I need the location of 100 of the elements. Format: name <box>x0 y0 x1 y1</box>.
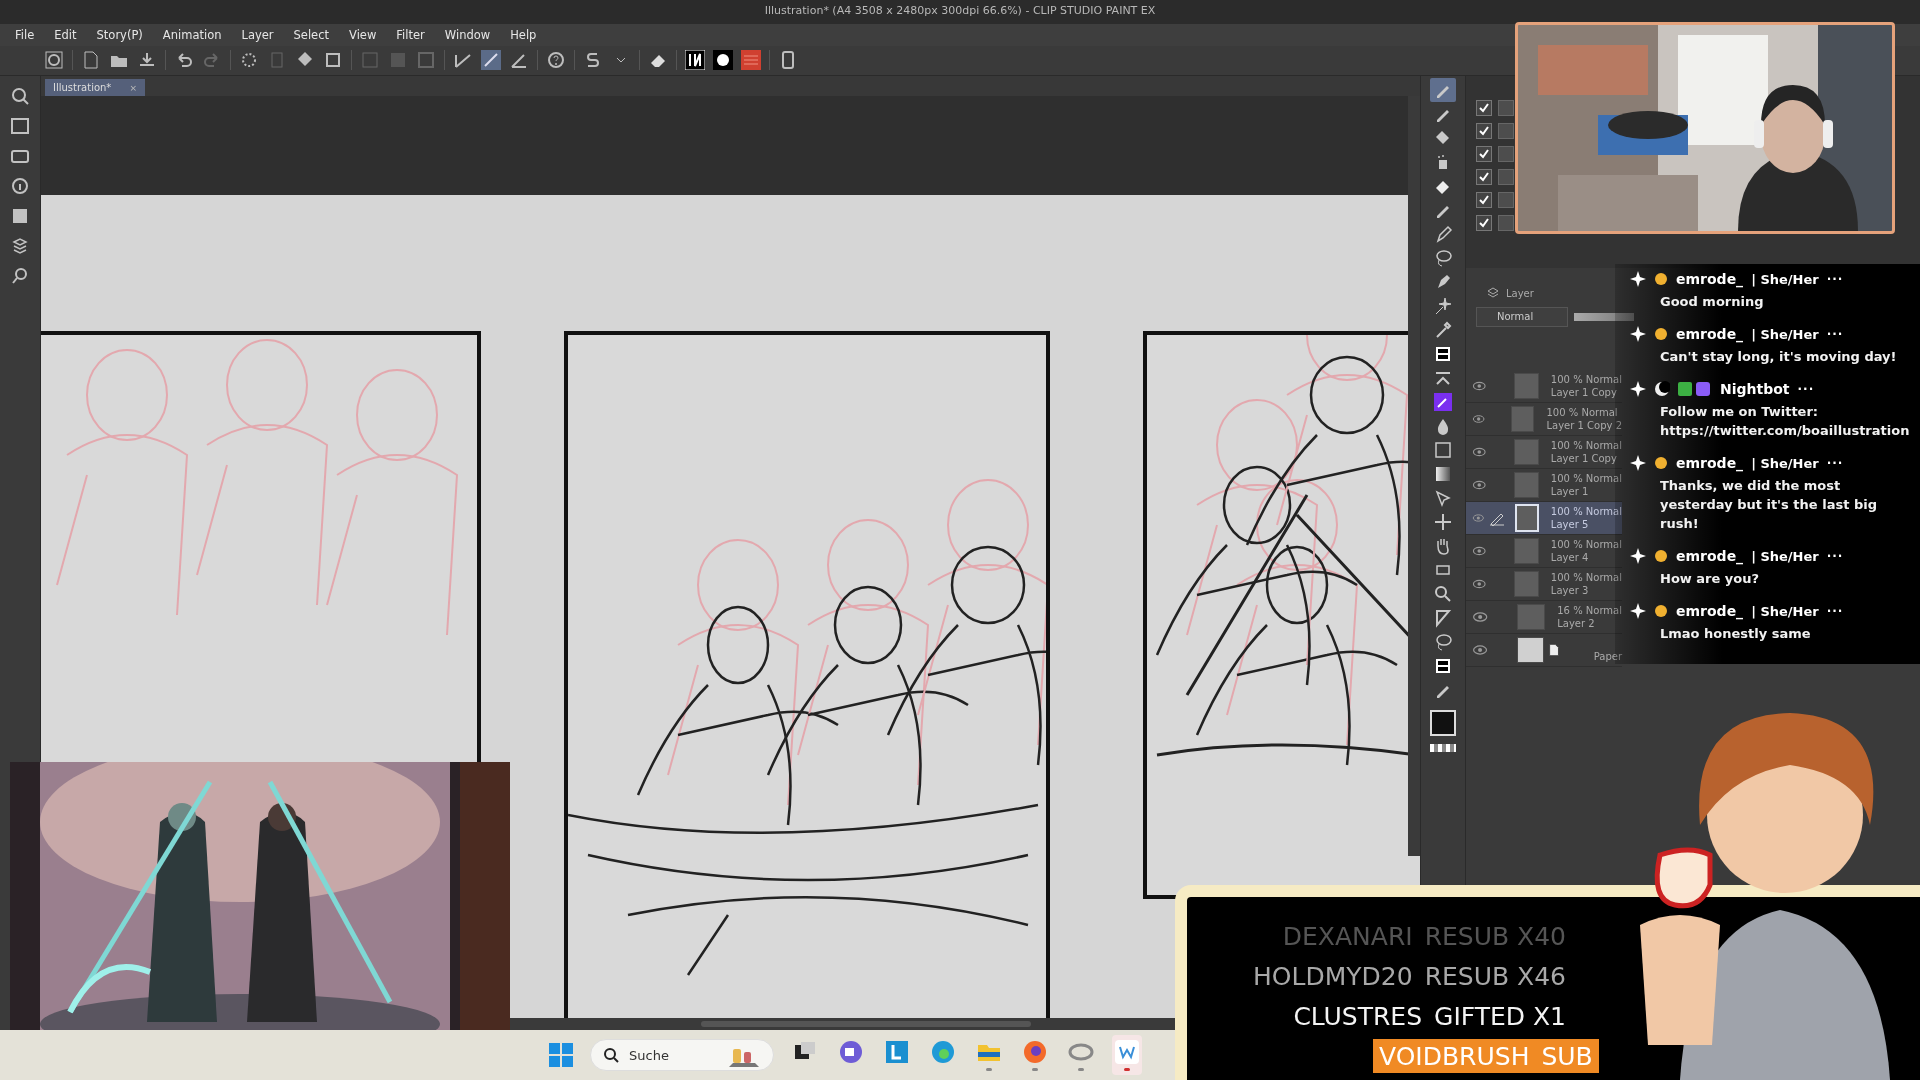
menu-item[interactable]: Help <box>501 25 546 44</box>
text-icon <box>1433 656 1453 676</box>
grid-icon[interactable] <box>741 50 761 71</box>
brush-icon[interactable] <box>481 50 501 71</box>
layer-name: Layer 1 Copy <box>1550 386 1618 399</box>
sparkle-icon <box>1433 296 1453 316</box>
letter-app-icon <box>884 1039 910 1065</box>
video-chat-icon <box>838 1039 864 1065</box>
layer-name: Layer 3 <box>1550 584 1590 597</box>
blend-mode-dropdown[interactable]: Normal <box>1476 307 1568 327</box>
eye-icon[interactable] <box>1472 478 1487 492</box>
opacity-slider[interactable] <box>1574 313 1634 321</box>
checkmark-icon <box>1478 171 1490 183</box>
eye-icon[interactable] <box>1472 610 1489 624</box>
layer-row[interactable]: Paper <box>1466 634 1622 667</box>
more-options[interactable]: ··· <box>1826 272 1844 286</box>
navigator-icon[interactable] <box>10 86 30 106</box>
cursor-icon <box>1433 488 1453 508</box>
layer-name: Layer 1 <box>1550 485 1590 498</box>
chat-pronouns: | She/Her <box>1751 326 1819 342</box>
search-icon <box>1433 584 1453 604</box>
eye-icon[interactable] <box>1472 412 1486 426</box>
eye-icon[interactable] <box>1472 379 1487 393</box>
checkbox[interactable] <box>1476 215 1492 231</box>
checkbox[interactable] <box>1476 123 1492 139</box>
more-options[interactable]: ··· <box>1826 327 1844 341</box>
layer-row[interactable]: 100 % Normal Layer 1 Copy <box>1466 370 1622 403</box>
more-options[interactable]: ··· <box>1826 456 1844 470</box>
start-icon[interactable] <box>548 1042 574 1068</box>
layer-row[interactable]: 100 % Normal Layer 3 <box>1466 568 1622 601</box>
color-swatch-icon[interactable] <box>713 50 733 71</box>
alert-name: HOLDMYD20 <box>1253 961 1413 991</box>
w-app-icon <box>1114 1039 1140 1065</box>
layer-opacity: 100 % Normal <box>1550 505 1622 518</box>
help-icon[interactable] <box>546 50 566 71</box>
eye-icon[interactable] <box>1472 544 1487 558</box>
checkbox[interactable] <box>1476 100 1492 116</box>
chat-pronouns: | She/Her <box>1751 603 1819 619</box>
more-options[interactable]: ··· <box>1797 382 1815 396</box>
search-icon[interactable] <box>10 266 30 286</box>
menu-item[interactable]: Animation <box>153 25 231 44</box>
menu-item[interactable]: View <box>340 25 386 44</box>
menu-item[interactable]: Edit <box>45 25 86 44</box>
checkbox[interactable] <box>1476 169 1492 185</box>
sparkle-icon <box>1630 381 1646 397</box>
layer-row[interactable]: 100 % Normal Layer 1 Copy <box>1466 436 1622 469</box>
document-tab[interactable]: Illustration* × <box>45 79 145 96</box>
alert-name: CLUSTRES <box>1293 1001 1422 1031</box>
alert-event: RESUB X46 <box>1424 961 1566 991</box>
scrollbar[interactable] <box>1408 96 1420 856</box>
sparkle-icon <box>1630 548 1646 564</box>
layer-opacity: 100 % Normal <box>1550 439 1622 452</box>
info-icon[interactable] <box>10 176 30 196</box>
layer-row[interactable]: 100 % Normal Layer 5 <box>1466 502 1622 535</box>
scrollbar[interactable] <box>701 1021 1031 1027</box>
layer-row[interactable]: 16 % Normal Layer 2 <box>1466 601 1622 634</box>
alert-name: DEXANARI <box>1282 921 1413 951</box>
chat-username: emrode_ <box>1676 455 1744 471</box>
running-indicator <box>1124 1068 1130 1071</box>
layer-name: Layer 2 <box>1557 617 1596 630</box>
ink-icon[interactable] <box>685 50 705 71</box>
material-icon[interactable] <box>10 116 30 136</box>
checkbox[interactable] <box>1476 192 1492 208</box>
main-color-swatch[interactable] <box>1430 710 1456 736</box>
more-options[interactable]: ··· <box>1826 549 1844 563</box>
checkmark-icon <box>1478 148 1490 160</box>
history-icon[interactable] <box>10 236 30 256</box>
menu-item[interactable]: Layer <box>232 25 283 44</box>
checkmark-icon <box>1478 102 1490 114</box>
menu-item[interactable]: Window <box>435 25 500 44</box>
running-indicator <box>986 1068 992 1071</box>
new-file-icon[interactable] <box>81 50 101 71</box>
more-options[interactable]: ··· <box>1826 604 1844 618</box>
eye-icon[interactable] <box>1472 511 1485 525</box>
menu-item[interactable]: Filter <box>387 25 434 44</box>
menu-item[interactable]: File <box>6 25 44 44</box>
checkbox[interactable] <box>1476 146 1492 162</box>
browser-icon <box>930 1039 956 1065</box>
menu-item[interactable]: Story(P) <box>87 25 152 44</box>
eye-icon[interactable] <box>1472 643 1489 657</box>
eye-icon[interactable] <box>1472 445 1487 459</box>
transparent-color-swatch[interactable] <box>1430 744 1456 752</box>
layer-row[interactable]: 100 % Normal Layer 4 <box>1466 535 1622 568</box>
search-box[interactable]: Suche <box>590 1039 774 1071</box>
menu-item[interactable]: Select <box>284 25 339 44</box>
app-logo-icon[interactable] <box>44 50 64 71</box>
layers-icon <box>1486 286 1500 300</box>
layer-name: Layer 1 Copy 2 <box>1546 419 1622 432</box>
eye-icon[interactable] <box>1472 577 1487 591</box>
layer-thumbnail <box>1513 571 1539 597</box>
badge-icon <box>1654 272 1668 286</box>
chat-message: Thanks, we did the most yesterday but it's the last big rush! <box>1659 477 1878 533</box>
chat-pronouns: | She/Her <box>1751 455 1819 471</box>
layer-row[interactable]: 100 % Normal Layer 1 Copy 2 <box>1466 403 1622 436</box>
layer-tab[interactable]: Layer <box>1506 287 1534 299</box>
chat-username: emrode_ <box>1676 326 1744 342</box>
checkmark-icon <box>1478 217 1490 229</box>
image-icon[interactable] <box>10 206 30 226</box>
search-field[interactable]: Suche <box>627 1046 721 1064</box>
layer-name: Paper <box>1593 650 1622 662</box>
